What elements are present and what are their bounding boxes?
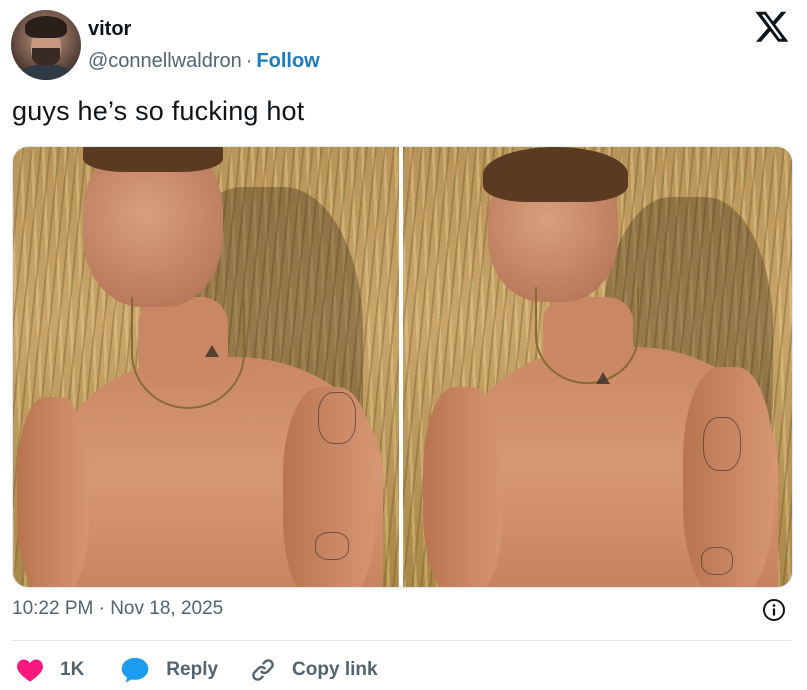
- copy-link-button[interactable]: Copy link: [250, 657, 378, 683]
- avatar[interactable]: [11, 10, 81, 80]
- tweet-photo[interactable]: [13, 147, 399, 587]
- media-grid: [12, 146, 793, 588]
- handle-line: @connellwaldron · Follow: [88, 50, 320, 73]
- tweet-timestamp[interactable]: 10:22 PM · Nov 18, 2025: [12, 598, 223, 620]
- follow-button[interactable]: Follow: [256, 50, 319, 72]
- info-icon[interactable]: [762, 598, 786, 622]
- reply-bubble-icon: [122, 657, 149, 683]
- heart-icon: [17, 659, 43, 682]
- display-name[interactable]: vitor: [88, 18, 131, 41]
- reply-button[interactable]: Reply: [120, 656, 218, 684]
- like-count: 1K: [60, 659, 85, 680]
- like-button[interactable]: 1K: [16, 657, 84, 683]
- action-bar: 1K Reply Copy link: [12, 655, 378, 685]
- reply-label: Reply: [166, 659, 219, 680]
- tweet-text: guys he’s so fucking hot: [12, 96, 305, 126]
- user-handle[interactable]: @connellwaldron: [88, 50, 242, 72]
- handle-separator: ·: [245, 50, 253, 72]
- tweet-photo[interactable]: [403, 147, 792, 587]
- link-icon: [252, 659, 274, 681]
- x-logo-icon[interactable]: [754, 8, 790, 44]
- divider-line: [12, 640, 791, 641]
- copy-link-label: Copy link: [292, 659, 378, 680]
